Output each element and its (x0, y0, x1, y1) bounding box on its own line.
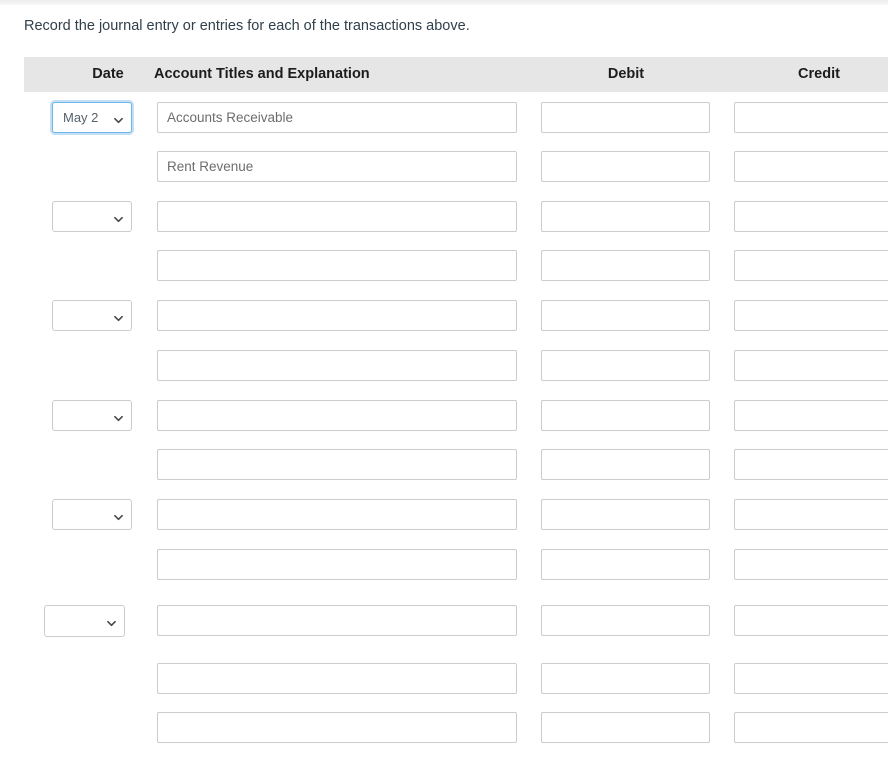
account-title-input-5[interactable] (157, 350, 517, 381)
credit-input-10[interactable] (734, 605, 888, 636)
account-title-input-3[interactable] (157, 250, 517, 281)
account-title-input-1[interactable] (157, 151, 517, 182)
table-row (0, 549, 888, 580)
chevron-down-icon (114, 116, 123, 125)
debit-input-4[interactable] (541, 300, 710, 331)
credit-input-4[interactable] (734, 300, 888, 331)
account-title-input-10[interactable] (157, 605, 517, 636)
account-title-input-12[interactable] (157, 712, 517, 743)
credit-input-2[interactable] (734, 201, 888, 232)
chevron-down-icon (114, 215, 123, 224)
chevron-down-icon (114, 414, 123, 423)
table-row: May 2 (0, 102, 888, 133)
debit-input-8[interactable] (541, 499, 710, 530)
date-select-10[interactable] (44, 605, 125, 637)
debit-input-0[interactable] (541, 102, 710, 133)
chevron-down-icon (107, 619, 116, 628)
date-select-8[interactable] (52, 499, 132, 530)
debit-input-10[interactable] (541, 605, 710, 636)
date-select-value: May 2 (63, 110, 99, 125)
credit-input-5[interactable] (734, 350, 888, 381)
debit-input-3[interactable] (541, 250, 710, 281)
table-header-row: Date Account Titles and Explanation Debi… (24, 57, 888, 92)
table-row (0, 605, 888, 637)
debit-input-12[interactable] (541, 712, 710, 743)
credit-input-8[interactable] (734, 499, 888, 530)
page-top-divider (0, 0, 888, 5)
table-row (0, 201, 888, 232)
debit-input-6[interactable] (541, 400, 710, 431)
credit-input-12[interactable] (734, 712, 888, 743)
column-header-date: Date (92, 66, 124, 82)
credit-input-6[interactable] (734, 400, 888, 431)
debit-input-1[interactable] (541, 151, 710, 182)
instruction-text: Record the journal entry or entries for … (24, 18, 470, 34)
table-row (0, 400, 888, 431)
date-select-6[interactable] (52, 400, 132, 431)
credit-input-11[interactable] (734, 663, 888, 694)
column-header-account-titles: Account Titles and Explanation (154, 66, 370, 82)
account-title-input-4[interactable] (157, 300, 517, 331)
chevron-down-icon (114, 513, 123, 522)
account-title-input-2[interactable] (157, 201, 517, 232)
account-title-input-7[interactable] (157, 449, 517, 480)
column-header-credit: Credit (798, 66, 840, 82)
date-select-0[interactable]: May 2 (52, 102, 132, 133)
date-select-2[interactable] (52, 201, 132, 232)
debit-input-2[interactable] (541, 201, 710, 232)
credit-input-9[interactable] (734, 549, 888, 580)
table-row (0, 300, 888, 331)
debit-input-7[interactable] (541, 449, 710, 480)
account-title-input-11[interactable] (157, 663, 517, 694)
debit-input-9[interactable] (541, 549, 710, 580)
credit-input-0[interactable] (734, 102, 888, 133)
debit-input-5[interactable] (541, 350, 710, 381)
table-row (0, 151, 888, 182)
account-title-input-9[interactable] (157, 549, 517, 580)
table-row (0, 250, 888, 281)
chevron-down-icon (114, 314, 123, 323)
credit-input-1[interactable] (734, 151, 888, 182)
account-title-input-6[interactable] (157, 400, 517, 431)
table-row (0, 663, 888, 694)
date-select-4[interactable] (52, 300, 132, 331)
table-row (0, 350, 888, 381)
account-title-input-8[interactable] (157, 499, 517, 530)
table-row (0, 449, 888, 480)
credit-input-3[interactable] (734, 250, 888, 281)
table-row (0, 499, 888, 530)
table-row (0, 712, 888, 743)
column-header-debit: Debit (607, 66, 645, 82)
debit-input-11[interactable] (541, 663, 710, 694)
credit-input-7[interactable] (734, 449, 888, 480)
account-title-input-0[interactable] (157, 102, 517, 133)
